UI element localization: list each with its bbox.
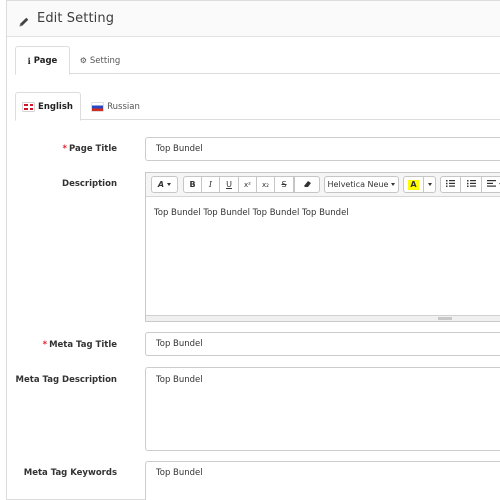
- tab-setting[interactable]: ⚙ Setting: [72, 46, 128, 75]
- description-label-text: Description: [62, 179, 117, 189]
- unordered-list-icon: [446, 180, 455, 189]
- font-family-dropdown[interactable]: Helvetica Neue: [324, 176, 399, 193]
- tab-english[interactable]: English: [15, 92, 81, 121]
- required-marker: *: [42, 340, 48, 350]
- resize-grip[interactable]: [438, 317, 452, 320]
- magic-wand-icon: A: [157, 180, 165, 189]
- text-color-button[interactable]: A: [403, 176, 424, 193]
- paragraph-align-button[interactable]: [482, 176, 500, 193]
- panel-title: Edit Setting: [37, 11, 115, 26]
- meta-description-label-text: Meta Tag Description: [15, 375, 117, 385]
- gear-icon: ⚙: [79, 56, 87, 65]
- text-color-dropdown[interactable]: [424, 176, 436, 193]
- edit-setting-panel: Edit Setting i Page ⚙ Setting English Ru…: [6, 0, 500, 500]
- editor-resize-bar[interactable]: [146, 315, 500, 321]
- tab-page-label: Page: [33, 55, 58, 66]
- meta-keywords-value: Top Bundel: [156, 468, 203, 478]
- subscript-button[interactable]: x₂: [257, 176, 275, 193]
- unordered-list-button[interactable]: [440, 176, 461, 193]
- italic-icon: I: [208, 180, 213, 189]
- style-button[interactable]: A: [151, 176, 178, 193]
- meta-description-label: Meta Tag Description: [7, 375, 117, 385]
- subscript-icon: x₂: [262, 180, 269, 189]
- ordered-list-button[interactable]: [461, 176, 482, 193]
- russia-flag-icon: [92, 102, 104, 111]
- tab-english-label: English: [38, 101, 73, 112]
- strikethrough-button[interactable]: S: [275, 176, 294, 193]
- ordered-list-icon: [466, 180, 476, 189]
- panel-heading: Edit Setting: [7, 1, 500, 37]
- meta-title-input[interactable]: Top Bundel: [145, 332, 500, 356]
- meta-keywords-textarea[interactable]: Top Bundel: [145, 461, 500, 500]
- meta-keywords-label-text: Meta Tag Keywords: [23, 468, 117, 478]
- bold-button[interactable]: B: [183, 176, 202, 193]
- meta-keywords-label: Meta Tag Keywords: [7, 468, 117, 478]
- meta-title-label-text: Meta Tag Title: [49, 340, 117, 350]
- superscript-icon: x²: [244, 180, 251, 189]
- underline-icon: U: [226, 180, 232, 189]
- align-left-icon: [486, 180, 496, 189]
- editor-content[interactable]: Top Bundel Top Bundel Top Bundel Top Bun…: [146, 197, 500, 218]
- meta-title-label: * Meta Tag Title: [7, 340, 117, 350]
- superscript-button[interactable]: x²: [239, 176, 257, 193]
- uk-flag-icon: [23, 102, 35, 111]
- info-icon: i: [27, 55, 31, 66]
- tab-setting-label: Setting: [89, 55, 121, 66]
- tab-russian[interactable]: Russian: [85, 92, 147, 121]
- editor-toolbar: A B I U x² x₂ S Helvetica Neue A: [146, 173, 500, 197]
- eraser-icon: [303, 180, 312, 190]
- main-tabs: i Page ⚙ Setting: [15, 46, 500, 75]
- tab-russian-label: Russian: [107, 101, 140, 112]
- bold-icon: B: [189, 180, 196, 189]
- text-color-icon: A: [408, 179, 419, 190]
- language-tabs: English Russian: [15, 92, 500, 121]
- meta-title-value: Top Bundel: [156, 339, 203, 349]
- page-title-value: Top Bundel: [156, 144, 203, 154]
- font-family-value: Helvetica Neue: [327, 180, 389, 189]
- meta-description-value: Top Bundel: [156, 375, 203, 385]
- pencil-icon: [18, 13, 30, 26]
- strikethrough-icon: S: [281, 180, 287, 189]
- italic-button[interactable]: I: [202, 176, 220, 193]
- meta-description-textarea[interactable]: Top Bundel: [145, 367, 500, 451]
- required-marker: *: [62, 144, 67, 154]
- description-editor[interactable]: A B I U x² x₂ S Helvetica Neue A Top Bun…: [145, 172, 500, 322]
- clear-format-button[interactable]: [294, 176, 320, 193]
- underline-button[interactable]: U: [220, 176, 239, 193]
- page-title-label-text: Page Title: [69, 144, 117, 154]
- tab-page[interactable]: i Page: [15, 46, 70, 75]
- chevron-down-icon: [427, 183, 432, 186]
- page-title-label: * Page Title: [7, 144, 117, 154]
- description-label: Description: [7, 179, 117, 189]
- page-title-input[interactable]: Top Bundel: [145, 137, 500, 161]
